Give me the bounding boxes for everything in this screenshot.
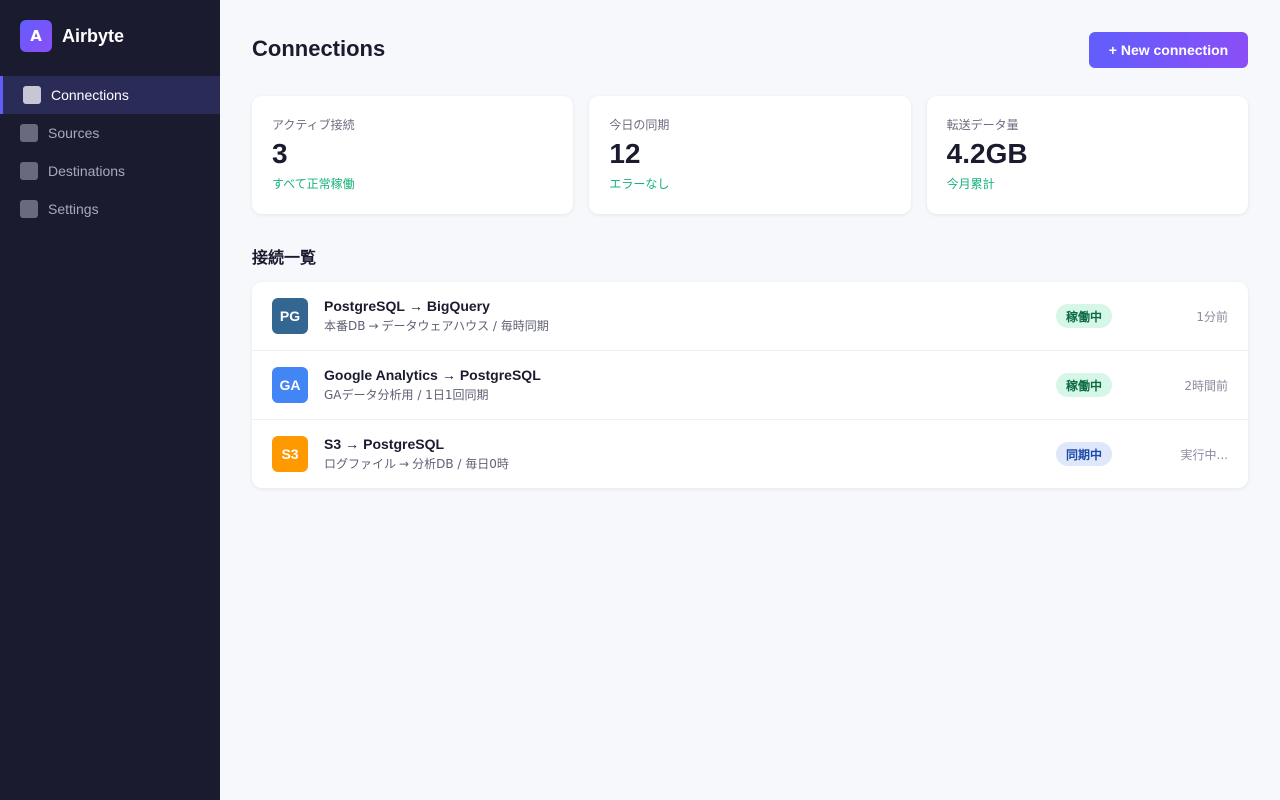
stat-note: 今月累計 [946,177,995,191]
new-connection-button[interactable]: + New connection [1089,32,1248,68]
stat-label: 転送データ量 [946,118,1019,132]
status-badge: 稼働中 [1056,304,1113,328]
brand-name: Airbyte [62,25,125,46]
connection-description: 本番DB → データウェアハウス / 毎時同期 [324,319,549,333]
connection-row[interactable]: GA Google Analytics → PostgreSQL GAデータ分析用 … [252,351,1248,420]
s3-icon: S3 [272,436,308,472]
sidebar-nav: Connections Sources Destinations Setting… [0,76,220,228]
destinations-icon [20,162,38,180]
google-analytics-icon: GA [272,367,308,403]
connection-row[interactable]: PG PostgreSQL → BigQuery 本番DB → データウェアハウス / … [252,282,1248,351]
arrow-right-icon: → [408,298,423,314]
connection-list: PG PostgreSQL → BigQuery 本番DB → データウェアハウス / … [252,282,1248,488]
last-sync-time: 2時間前 [1184,378,1228,393]
stat-value: 3 [272,138,288,169]
sidebar-item-settings[interactable]: Settings [0,190,220,228]
status-badge: 稼働中 [1056,373,1113,397]
airbyte-logo-icon: A [20,20,52,52]
last-sync-time: 実行中... [1180,447,1228,462]
main-content: Connections + New connection アクティブ接続 3 す… [220,0,1280,800]
section-title: 接続一覧 [252,248,317,267]
status-badge: 同期中 [1056,442,1113,466]
connections-icon [23,86,41,104]
arrow-right-icon: → [441,367,456,383]
stat-value: 4.2GB [946,138,1028,169]
sidebar-item-label: Sources [48,125,100,141]
stat-card-active-connections: アクティブ接続 3 すべて正常稼働 [252,96,574,214]
connection-description: GAデータ分析用 / 1日1回同期 [324,388,489,402]
stat-card-data-transferred: 転送データ量 4.2GB 今月累計 [926,96,1248,214]
stat-label: アクティブ接続 [272,118,355,132]
arrow-right-icon: → [399,457,410,471]
arrow-right-icon: → [368,319,379,333]
brand[interactable]: A Airbyte [20,20,124,52]
page-title: Connections [252,36,386,61]
sidebar-item-label: Destinations [48,163,126,179]
stat-note: すべて正常稼働 [272,177,355,191]
stat-note: エラーなし [609,177,670,191]
sources-icon [20,124,38,142]
stat-card-today-syncs: 今日の同期 12 エラーなし [589,96,911,214]
stat-value: 12 [609,138,641,169]
stat-label: 今日の同期 [609,118,670,132]
connection-title: Google Analytics → PostgreSQL [324,367,541,383]
sidebar-item-destinations[interactable]: Destinations [0,152,220,190]
arrow-right-icon: → [345,436,360,452]
connection-row[interactable]: S3 S3 → PostgreSQL ログファイル → 分析DB / 毎日0時 同期中 … [252,420,1248,488]
postgresql-icon: PG [272,298,308,334]
sidebar: A Airbyte Connections Sources Destinatio… [0,0,220,800]
stats-row: アクティブ接続 3 すべて正常稼働 今日の同期 12 エラーなし 転送データ量 … [252,96,1248,214]
sidebar-item-sources[interactable]: Sources [0,114,220,152]
connection-description: ログファイル → 分析DB / 毎日0時 [324,457,509,471]
sidebar-item-connections[interactable]: Connections [0,76,220,114]
connection-title: PostgreSQL → BigQuery [324,298,490,314]
connection-title: S3 → PostgreSQL [324,436,445,452]
sidebar-item-label: Settings [48,201,99,217]
last-sync-time: 1分前 [1196,309,1228,324]
settings-icon [20,200,38,218]
sidebar-item-label: Connections [51,87,129,103]
